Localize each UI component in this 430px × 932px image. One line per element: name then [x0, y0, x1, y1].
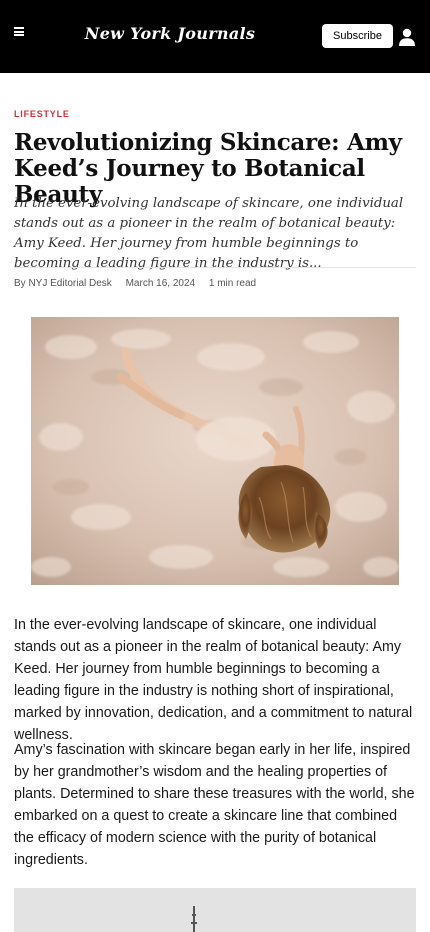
read-time: 1 min read	[208, 278, 257, 289]
byline: By NYJ Editorial Desk	[14, 278, 112, 289]
article-image-2	[14, 888, 416, 932]
hero-image	[31, 317, 399, 585]
article-meta: By NYJ Editorial Desk March 16, 2024 1 m…	[14, 278, 267, 289]
article-paragraph-1: In the ever-evolving landscape of skinca…	[14, 617, 413, 743]
divider	[14, 267, 416, 268]
article-paragraph-2: Amy’s fascination with skincare began ea…	[14, 742, 415, 868]
site-header: New York Journals Subscribe	[0, 0, 430, 73]
article-dek: In the ever-evolving landscape of skinca…	[14, 196, 404, 271]
article-category[interactable]: LIFESTYLE	[14, 109, 70, 119]
publish-date: March 16, 2024	[125, 278, 196, 289]
user-account-icon[interactable]	[398, 28, 416, 46]
subscribe-button[interactable]: Subscribe	[322, 24, 393, 48]
site-logo[interactable]: New York Journals	[0, 24, 340, 43]
